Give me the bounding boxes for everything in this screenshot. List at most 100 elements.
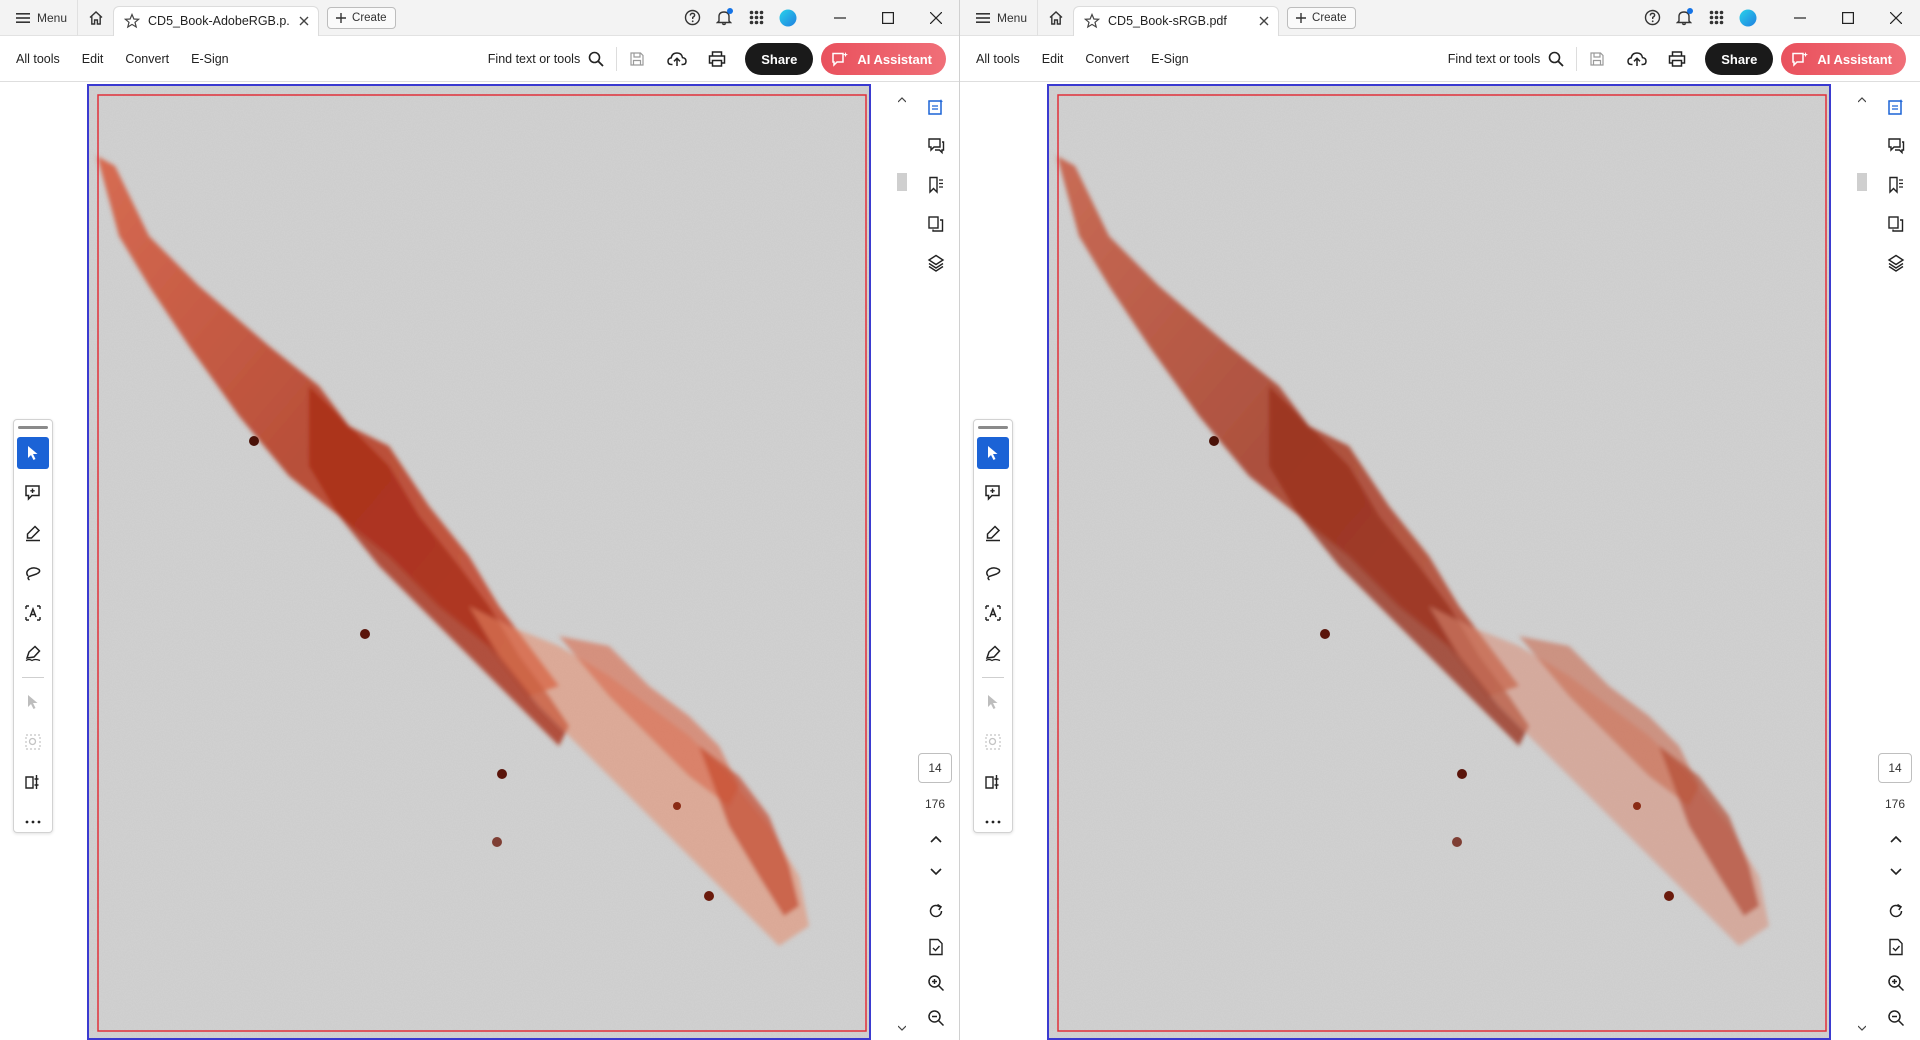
- zoom-out-button[interactable]: [1880, 1002, 1912, 1034]
- create-button[interactable]: Create: [327, 6, 396, 29]
- next-page-button[interactable]: [1880, 856, 1912, 888]
- scroll-down-icon[interactable]: [898, 1025, 906, 1031]
- save-document-button[interactable]: [920, 931, 952, 963]
- panel-grip[interactable]: [18, 426, 48, 429]
- highlight-pen-icon: [26, 525, 41, 542]
- close-window-button[interactable]: [1872, 0, 1920, 36]
- zoom-out-button[interactable]: [920, 1002, 952, 1034]
- zoom-in-button[interactable]: [1880, 967, 1912, 999]
- home-button[interactable]: [1037, 0, 1073, 36]
- apps-button[interactable]: [740, 0, 772, 36]
- page-number-input[interactable]: 14: [918, 753, 952, 783]
- star-icon[interactable]: [1084, 13, 1101, 29]
- document-area[interactable]: [0, 83, 959, 1040]
- profile-button[interactable]: [772, 0, 804, 36]
- edit-menu[interactable]: Edit: [1031, 52, 1075, 66]
- scroll-up-icon[interactable]: [898, 97, 906, 103]
- share-button[interactable]: Share: [1705, 43, 1774, 75]
- layers-button[interactable]: [1880, 247, 1912, 279]
- minimize-button[interactable]: [1776, 0, 1824, 36]
- page-number-input[interactable]: 14: [1878, 753, 1912, 783]
- pages-button[interactable]: [1880, 208, 1912, 240]
- select-tool-button[interactable]: [17, 437, 49, 469]
- convert-menu[interactable]: Convert: [114, 52, 180, 66]
- vertical-scrollbar[interactable]: [894, 83, 910, 1040]
- scrollbar-thumb[interactable]: [897, 173, 907, 191]
- upload-button[interactable]: [657, 41, 697, 77]
- highlight-button[interactable]: [977, 517, 1009, 549]
- text-select-button[interactable]: [17, 597, 49, 629]
- minimize-button[interactable]: [816, 0, 864, 36]
- add-comment-button[interactable]: [977, 477, 1009, 509]
- ai-assistant-button[interactable]: AI Assistant: [821, 43, 946, 75]
- apps-button[interactable]: [1700, 0, 1732, 36]
- close-window-button[interactable]: [912, 0, 959, 36]
- esign-menu[interactable]: E-Sign: [1140, 52, 1200, 66]
- page-thumbnails-button[interactable]: [920, 91, 952, 123]
- comments-button[interactable]: [1880, 130, 1912, 162]
- esign-menu[interactable]: E-Sign: [180, 52, 240, 66]
- scroll-up-icon[interactable]: [1858, 97, 1866, 103]
- close-tab-icon[interactable]: [298, 15, 310, 27]
- document-tab[interactable]: CD5_Book-sRGB.pdf: [1073, 5, 1280, 36]
- edit-compare-button[interactable]: [977, 766, 1009, 798]
- previous-page-button[interactable]: [920, 823, 952, 855]
- notifications-button[interactable]: [708, 0, 740, 36]
- bookmarks-button[interactable]: [1880, 169, 1912, 201]
- profile-button[interactable]: [1732, 0, 1764, 36]
- fill-sign-button[interactable]: [17, 637, 49, 669]
- more-tools-button[interactable]: [17, 806, 49, 838]
- add-comment-button[interactable]: [17, 477, 49, 509]
- all-tools-menu[interactable]: All tools: [960, 52, 1031, 66]
- fill-sign-button[interactable]: [977, 637, 1009, 669]
- scrollbar-thumb[interactable]: [1857, 173, 1867, 191]
- print-button[interactable]: [1657, 41, 1697, 77]
- share-button[interactable]: Share: [745, 43, 814, 75]
- edit-compare-button[interactable]: [17, 766, 49, 798]
- all-tools-menu[interactable]: All tools: [0, 52, 71, 66]
- find-text-tools[interactable]: Find text or tools: [488, 47, 618, 71]
- document-area[interactable]: [960, 83, 1920, 1040]
- next-page-button[interactable]: [920, 856, 952, 888]
- comments-button[interactable]: [920, 130, 952, 162]
- layers-button[interactable]: [920, 247, 952, 279]
- document-tab[interactable]: CD5_Book-AdobeRGB.p...: [113, 5, 320, 36]
- more-tools-button[interactable]: [977, 806, 1009, 838]
- star-icon[interactable]: [124, 13, 141, 29]
- maximize-button[interactable]: [864, 0, 912, 36]
- find-text-tools[interactable]: Find text or tools: [1448, 47, 1578, 71]
- edit-menu[interactable]: Edit: [71, 52, 115, 66]
- vertical-scrollbar[interactable]: [1854, 83, 1870, 1040]
- save-button[interactable]: [617, 41, 657, 77]
- notifications-button[interactable]: [1668, 0, 1700, 36]
- rotate-button[interactable]: [920, 895, 952, 927]
- rotate-button[interactable]: [1880, 895, 1912, 927]
- draw-button[interactable]: [17, 557, 49, 589]
- upload-button[interactable]: [1617, 41, 1657, 77]
- zoom-in-button[interactable]: [920, 967, 952, 999]
- previous-page-button[interactable]: [1880, 823, 1912, 855]
- select-tool-button[interactable]: [977, 437, 1009, 469]
- save-document-button[interactable]: [1880, 931, 1912, 963]
- help-button[interactable]: [676, 0, 708, 36]
- page-thumbnails-button[interactable]: [1880, 91, 1912, 123]
- ai-assistant-button[interactable]: AI Assistant: [1781, 43, 1906, 75]
- pages-button[interactable]: [920, 208, 952, 240]
- home-button[interactable]: [77, 0, 113, 36]
- draw-button[interactable]: [977, 557, 1009, 589]
- menu-button[interactable]: Menu: [960, 0, 1037, 36]
- close-tab-icon[interactable]: [1258, 15, 1270, 27]
- save-button[interactable]: [1577, 41, 1617, 77]
- panel-grip[interactable]: [978, 426, 1008, 429]
- menu-button[interactable]: Menu: [0, 0, 77, 36]
- scroll-down-icon[interactable]: [1858, 1025, 1866, 1031]
- text-select-button[interactable]: [977, 597, 1009, 629]
- convert-menu[interactable]: Convert: [1074, 52, 1140, 66]
- bookmarks-button[interactable]: [920, 169, 952, 201]
- more-icon: [25, 820, 41, 824]
- maximize-button[interactable]: [1824, 0, 1872, 36]
- help-button[interactable]: [1636, 0, 1668, 36]
- highlight-button[interactable]: [17, 517, 49, 549]
- print-button[interactable]: [697, 41, 737, 77]
- create-button[interactable]: Create: [1287, 6, 1356, 29]
